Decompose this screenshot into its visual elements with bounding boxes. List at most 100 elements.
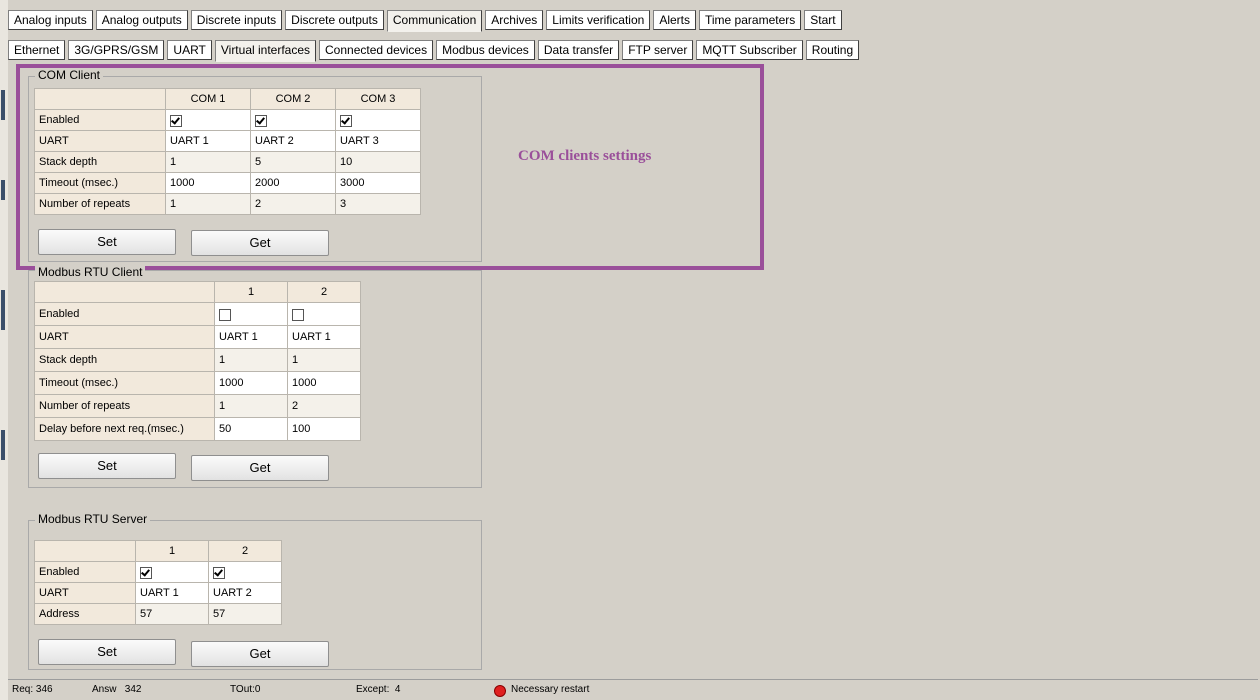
tab-archives[interactable]: Archives (485, 10, 544, 30)
enabled-cell (287, 302, 361, 326)
uart-cell[interactable]: UART 2 (208, 582, 282, 604)
enabled-cell (135, 561, 209, 583)
column-header: COM 2 (250, 88, 336, 110)
stack-depth-cell[interactable]: 1 (214, 348, 288, 372)
table-row: UART UART 1 UART 2 (34, 582, 282, 604)
com2-enabled-checkbox[interactable] (255, 114, 267, 127)
stack-depth-cell[interactable]: 1 (287, 348, 361, 372)
timeout-cell[interactable]: 1000 (287, 371, 361, 395)
timeout-cell[interactable]: 1000 (165, 172, 251, 194)
client1-enabled-checkbox[interactable] (219, 308, 231, 321)
stack-depth-cell[interactable]: 1 (165, 151, 251, 173)
enabled-cell (165, 109, 251, 131)
tab-discrete-outputs[interactable]: Discrete outputs (285, 10, 384, 30)
row-label: Address (34, 603, 136, 625)
table-row: COM 1 COM 2 COM 3 (34, 88, 421, 110)
tab-start[interactable]: Start (804, 10, 842, 30)
row-label: Timeout (msec.) (34, 371, 215, 395)
table-row: Timeout (msec.) 1000 2000 3000 (34, 172, 421, 194)
subtab-data-transfer[interactable]: Data transfer (537, 40, 620, 60)
subtab-connected-devices[interactable]: Connected devices (319, 40, 434, 60)
sub-tab-bar: Ethernet 3G/GPRS/GSM UART Virtual interf… (8, 40, 860, 62)
column-header: 1 (135, 540, 209, 562)
status-bar: Req: 346 Answ 342 TOut:0 Except: 4 Neces… (8, 679, 1258, 700)
table-row: Number of repeats 1 2 (34, 394, 361, 418)
subtab-virtual-interfaces[interactable]: Virtual interfaces (214, 40, 317, 62)
com-client-get-button[interactable]: Get (191, 230, 329, 256)
address-cell[interactable]: 57 (208, 603, 282, 625)
delay-cell[interactable]: 100 (287, 417, 361, 441)
uart-cell[interactable]: UART 2 (250, 130, 336, 152)
delay-cell[interactable]: 50 (214, 417, 288, 441)
tab-discrete-inputs[interactable]: Discrete inputs (190, 10, 283, 30)
modbus-client-table: 1 2 Enabled UART UART 1 UART 1 Stack dep… (34, 281, 361, 441)
subtab-routing[interactable]: Routing (805, 40, 860, 60)
uart-cell[interactable]: UART 1 (287, 325, 361, 349)
request-count: Req: 346 (12, 684, 53, 695)
exception-count: Except: 4 (356, 684, 401, 695)
repeats-cell[interactable]: 1 (214, 394, 288, 418)
row-label: Enabled (34, 561, 136, 583)
table-row: Stack depth 1 1 (34, 348, 361, 372)
enabled-cell (208, 561, 282, 583)
modbus-server-get-button[interactable]: Get (191, 641, 329, 667)
enabled-cell (214, 302, 288, 326)
subtab-uart[interactable]: UART (167, 40, 212, 60)
repeats-cell[interactable]: 2 (250, 193, 336, 215)
table-row: UART UART 1 UART 2 UART 3 (34, 130, 421, 152)
modbus-server-title: Modbus RTU Server (35, 512, 151, 526)
subtab-ethernet[interactable]: Ethernet (8, 40, 66, 60)
com3-enabled-checkbox[interactable] (340, 114, 352, 127)
address-cell[interactable]: 57 (135, 603, 209, 625)
repeats-cell[interactable]: 1 (165, 193, 251, 215)
timeout-cell[interactable]: 1000 (214, 371, 288, 395)
subtab-3g-gprs-gsm[interactable]: 3G/GPRS/GSM (68, 40, 165, 60)
row-label: Stack depth (34, 348, 215, 372)
com1-enabled-checkbox[interactable] (170, 114, 182, 127)
stack-depth-cell[interactable]: 5 (250, 151, 336, 173)
client2-enabled-checkbox[interactable] (292, 308, 304, 321)
row-label: Number of repeats (34, 193, 166, 215)
row-label: Number of repeats (34, 394, 215, 418)
table-row: Enabled (34, 109, 421, 131)
com-client-table: COM 1 COM 2 COM 3 Enabled UART UART 1 UA… (34, 88, 421, 215)
uart-cell[interactable]: UART 1 (165, 130, 251, 152)
table-row: Timeout (msec.) 1000 1000 (34, 371, 361, 395)
timeout-cell[interactable]: 3000 (335, 172, 421, 194)
tab-time-parameters[interactable]: Time parameters (699, 10, 802, 30)
header-corner (34, 281, 215, 303)
uart-cell[interactable]: UART 3 (335, 130, 421, 152)
modbus-client-get-button[interactable]: Get (191, 455, 329, 481)
tab-limits-verification[interactable]: Limits verification (546, 10, 651, 30)
table-row: Enabled (34, 561, 282, 583)
column-header: COM 3 (335, 88, 421, 110)
tab-communication[interactable]: Communication (386, 10, 483, 32)
tab-analog-outputs[interactable]: Analog outputs (95, 10, 188, 30)
row-label: UART (34, 130, 166, 152)
tab-analog-inputs[interactable]: Analog inputs (8, 10, 93, 30)
modbus-server-set-button[interactable]: Set (38, 639, 176, 665)
stack-depth-cell[interactable]: 10 (335, 151, 421, 173)
subtab-ftp-server[interactable]: FTP server (622, 40, 694, 60)
row-label: UART (34, 325, 215, 349)
table-row: Stack depth 1 5 10 (34, 151, 421, 173)
repeats-cell[interactable]: 3 (335, 193, 421, 215)
com-client-set-button[interactable]: Set (38, 229, 176, 255)
uart-cell[interactable]: UART 1 (214, 325, 288, 349)
subtab-modbus-devices[interactable]: Modbus devices (436, 40, 535, 60)
subtab-mqtt-subscriber[interactable]: MQTT Subscriber (696, 40, 803, 60)
timeout-cell[interactable]: 2000 (250, 172, 336, 194)
modbus-server-table: 1 2 Enabled UART UART 1 UART 2 Address 5… (34, 540, 282, 625)
table-row: Number of repeats 1 2 3 (34, 193, 421, 215)
row-label: Delay before next req.(msec.) (34, 417, 215, 441)
uart-cell[interactable]: UART 1 (135, 582, 209, 604)
repeats-cell[interactable]: 2 (287, 394, 361, 418)
header-corner (34, 540, 136, 562)
server2-enabled-checkbox[interactable] (213, 566, 225, 579)
tab-alerts[interactable]: Alerts (653, 10, 696, 30)
server1-enabled-checkbox[interactable] (140, 566, 152, 579)
restart-indicator-icon (494, 685, 506, 697)
modbus-client-set-button[interactable]: Set (38, 453, 176, 479)
timeout-count: TOut:0 (230, 684, 261, 695)
annotation-label: COM clients settings (518, 148, 652, 164)
